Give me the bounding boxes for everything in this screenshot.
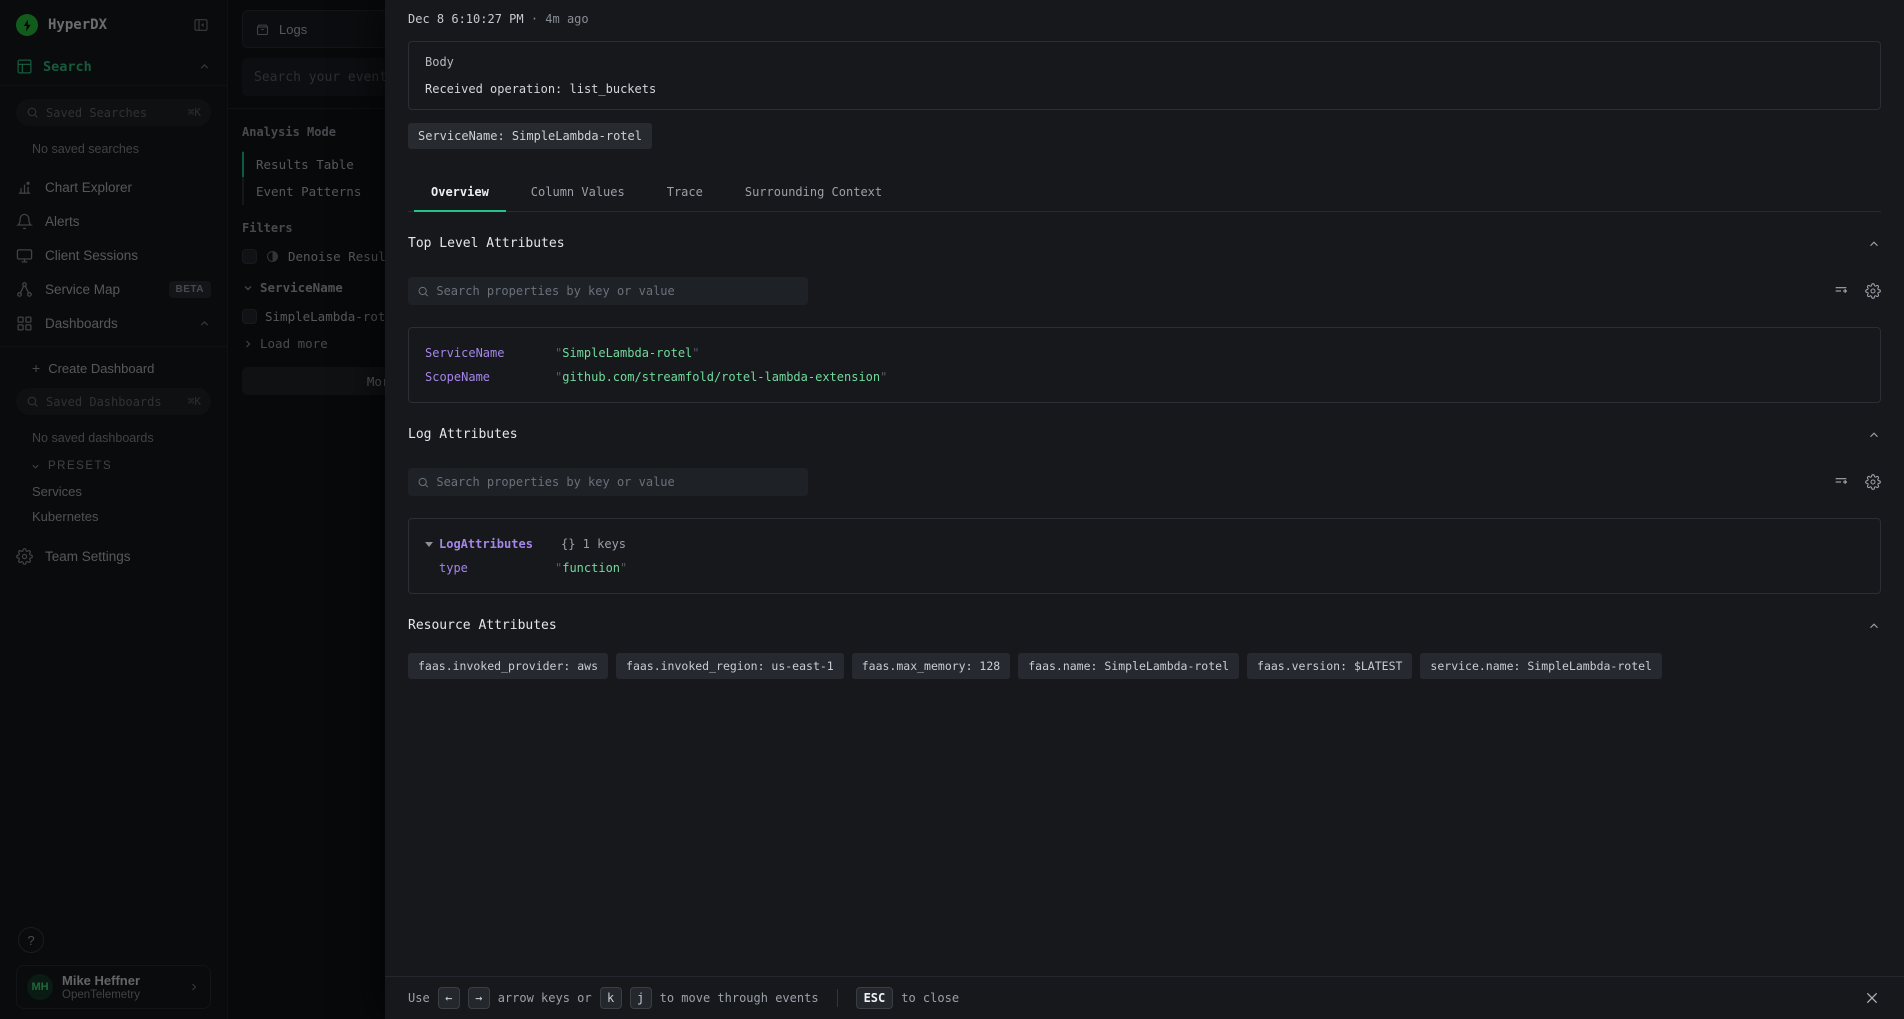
caret-down-icon	[425, 542, 433, 547]
attribute-value: github.com/streamfold/rotel-lambda-exten…	[555, 370, 887, 384]
section-title: Log Attributes	[408, 427, 518, 442]
section-title: Resource Attributes	[408, 618, 557, 633]
tab-overview[interactable]: Overview	[414, 175, 506, 211]
tree-meta: {} 1 keys	[561, 537, 626, 551]
tab-column-values[interactable]: Column Values	[514, 175, 642, 211]
table-row: ServiceName SimpleLambda-rotel	[425, 341, 1864, 365]
attribute-chip[interactable]: faas.max_memory: 128	[852, 653, 1010, 679]
tree-root-row[interactable]: LogAttributes {} 1 keys	[425, 532, 1864, 556]
attribute-key[interactable]: type	[439, 561, 555, 575]
close-icon	[1864, 990, 1880, 1006]
log-attributes-header: Log Attributes	[408, 427, 1881, 442]
property-search[interactable]	[408, 468, 808, 496]
gear-icon[interactable]	[1865, 474, 1881, 490]
property-search-input[interactable]	[436, 475, 799, 489]
line-wrap-icon[interactable]	[1833, 474, 1849, 490]
footer-text: arrow keys or	[498, 991, 592, 1005]
event-time-ago: · 4m ago	[531, 12, 589, 26]
kbd-k: k	[600, 987, 622, 1009]
tab-trace[interactable]: Trace	[650, 175, 720, 211]
gear-icon[interactable]	[1865, 283, 1881, 299]
kbd-arrow-right: →	[468, 987, 490, 1009]
attribute-value: SimpleLambda-rotel	[555, 346, 700, 360]
section-actions	[1833, 283, 1881, 299]
event-timestamp: Dec 8 6:10:27 PM	[408, 12, 524, 26]
close-panel-button[interactable]	[1860, 986, 1884, 1010]
detail-tabs: Overview Column Values Trace Surrounding…	[408, 175, 1881, 212]
collapse-section-icon[interactable]	[1867, 237, 1881, 251]
kbd-esc: ESC	[856, 987, 894, 1009]
kbd-arrow-left: ←	[438, 987, 460, 1009]
event-timestamp-row: Dec 8 6:10:27 PM · 4m ago	[408, 12, 1881, 26]
service-name-chip[interactable]: ServiceName: SimpleLambda-rotel	[408, 123, 652, 149]
section-actions	[1833, 474, 1881, 490]
line-wrap-icon[interactable]	[1833, 283, 1849, 299]
hyperdx-app: HyperDX Search ⌘K No saved searches Char…	[0, 0, 1904, 1019]
resource-attributes-header: Resource Attributes	[408, 618, 1881, 633]
top-level-attributes-table: ServiceName SimpleLambda-rotel ScopeName…	[408, 327, 1881, 403]
log-attributes-search-row	[408, 468, 1881, 496]
kbd-j: j	[630, 987, 652, 1009]
table-row: type function	[425, 556, 1864, 580]
search-icon	[417, 476, 429, 489]
footer-text: to close	[901, 991, 959, 1005]
property-search[interactable]	[408, 277, 808, 305]
search-icon	[417, 285, 429, 298]
body-text: Received operation: list_buckets	[425, 82, 1864, 96]
collapse-section-icon[interactable]	[1867, 428, 1881, 442]
top-level-search-row	[408, 277, 1881, 305]
attribute-chip[interactable]: faas.invoked_provider: aws	[408, 653, 608, 679]
event-body-box: Body Received operation: list_buckets	[408, 41, 1881, 110]
attribute-value: function	[555, 561, 627, 575]
collapse-section-icon[interactable]	[1867, 619, 1881, 633]
property-search-input[interactable]	[436, 284, 799, 298]
attribute-chip[interactable]: faas.name: SimpleLambda-rotel	[1018, 653, 1239, 679]
log-attributes-table: LogAttributes {} 1 keys type function	[408, 518, 1881, 594]
body-label: Body	[425, 55, 1864, 69]
footer-text: to move through events	[660, 991, 819, 1005]
attribute-key[interactable]: ScopeName	[425, 370, 555, 384]
event-detail-panel: Dec 8 6:10:27 PM · 4m ago Body Received …	[385, 0, 1904, 1019]
attribute-key[interactable]: LogAttributes	[439, 537, 561, 551]
attribute-chip[interactable]: faas.version: $LATEST	[1247, 653, 1412, 679]
divider	[837, 989, 838, 1007]
event-detail-body: Dec 8 6:10:27 PM · 4m ago Body Received …	[385, 0, 1904, 976]
attribute-key[interactable]: ServiceName	[425, 346, 555, 360]
top-level-attributes-header: Top Level Attributes	[408, 236, 1881, 251]
panel-footer: Use ← → arrow keys or k j to move throug…	[385, 976, 1904, 1019]
section-title: Top Level Attributes	[408, 236, 565, 251]
table-row: ScopeName github.com/streamfold/rotel-la…	[425, 365, 1864, 389]
attribute-chip[interactable]: service.name: SimpleLambda-rotel	[1420, 653, 1662, 679]
resource-attributes-chips: faas.invoked_provider: aws faas.invoked_…	[408, 653, 1881, 679]
tab-surrounding-context[interactable]: Surrounding Context	[728, 175, 899, 211]
footer-text: Use	[408, 991, 430, 1005]
attribute-chip[interactable]: faas.invoked_region: us-east-1	[616, 653, 844, 679]
